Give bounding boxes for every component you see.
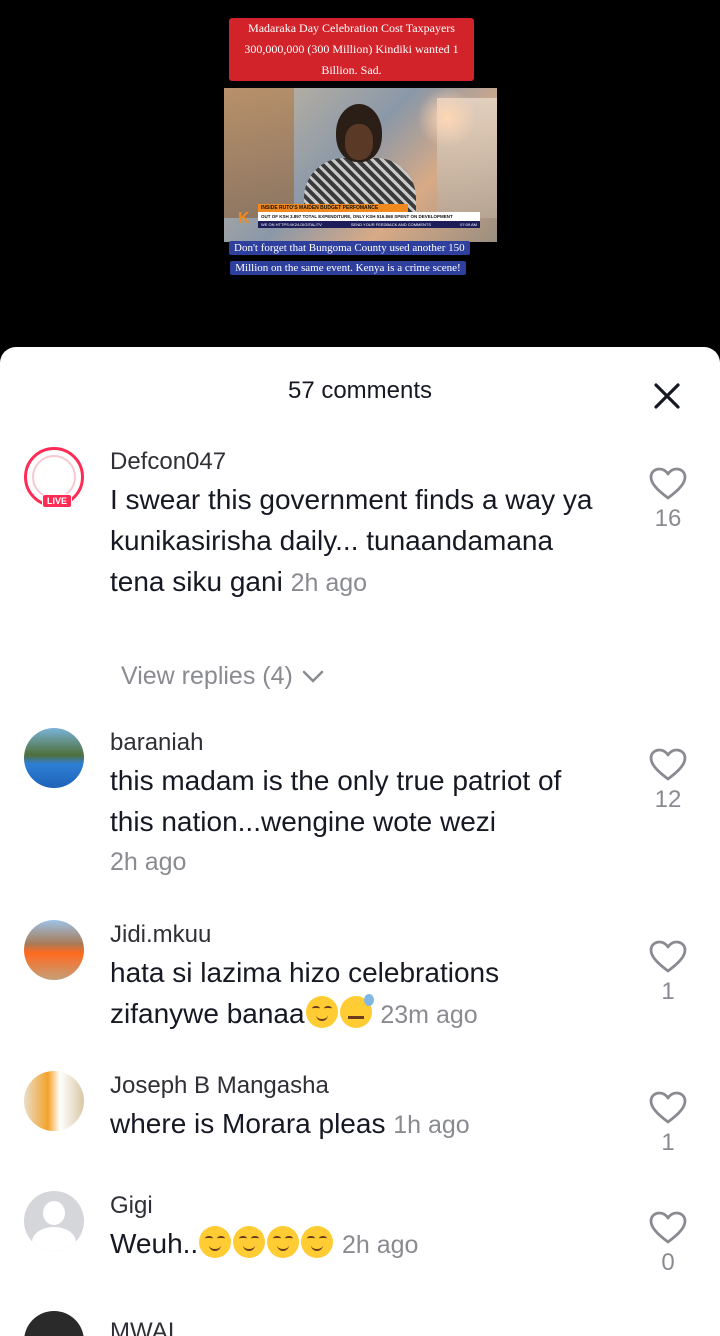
default-avatar-icon [43,1201,65,1225]
avatar[interactable] [24,1191,84,1251]
like-button[interactable]: 1 [646,1091,690,1157]
comment-username[interactable]: Jidi.mkuu [110,920,610,950]
comment-body[interactable]: Jidi.mkuu hata si lazima hizo celebratio… [110,920,610,1036]
relieved-face-emoji [267,1226,300,1258]
comment-body[interactable]: Defcon047 I swear this government finds … [110,447,610,604]
relieved-face-emoji [233,1226,266,1258]
like-button[interactable]: 1 [646,940,690,1006]
video-caption-top: Madaraka Day Celebration Cost Taxpayers … [229,18,474,81]
video-caption-bottom: Don't forget that Bungoma County used an… [229,238,470,278]
chevron-down-icon [302,671,324,684]
avatar[interactable] [24,1311,84,1336]
heart-icon [649,748,687,781]
avatar[interactable] [24,728,84,788]
comment-username[interactable]: MWAI [110,1317,610,1336]
comment-count-title: 57 comments [287,377,433,404]
relieved-face-emoji [199,1226,232,1258]
comment-username[interactable]: Gigi [110,1191,610,1221]
background-light [417,88,477,148]
heart-icon [649,1211,687,1244]
news-ticker: WE ON HTTPS://K24.DIGITAL/TV SEND YOUR F… [258,221,480,228]
ticker-time: 07:09 AM [460,222,477,227]
heart-icon [649,1091,687,1124]
avatar[interactable]: LIVE [24,447,84,508]
like-count: 12 [654,786,682,813]
comment-text-content: Weuh.. [110,1228,199,1259]
comment-time: 2h ago [341,1231,419,1259]
comment-text: Weuh.. 2h ago [110,1223,610,1266]
comment-body[interactable]: Gigi Weuh.. 2h ago [110,1191,610,1266]
news-headline: INSIDE RUTO'S MAIDEN BUDGET PERFOMANCE [258,204,408,212]
like-count: 1 [661,1129,675,1156]
like-button[interactable]: 12 [646,748,690,814]
comments-sheet: 57 comments LIVE Defcon047 I swear this … [0,347,720,1336]
default-avatar-shoulders [32,1227,76,1251]
video-frame: K INSIDE RUTO'S MAIDEN BUDGET PERFOMANCE… [224,88,497,242]
comment-username[interactable]: baraniah [110,728,610,758]
news-anchor-face [345,124,373,160]
heart-icon [649,467,687,500]
like-count: 0 [661,1249,675,1276]
comment-body[interactable]: Joseph B Mangasha where is Morara pleas … [110,1071,610,1146]
close-icon [654,383,680,409]
like-button[interactable]: 16 [646,467,690,533]
comment-time: 23m ago [380,1001,478,1029]
comments-header: 57 comments [0,347,720,427]
view-replies-button[interactable]: View replies (4) [121,662,324,691]
comment-body[interactable]: baraniah this madam is the only true pat… [110,728,610,882]
video-caption-bottom-text: Don't forget that Bungoma County used an… [229,241,470,275]
news-lower-third: INSIDE RUTO'S MAIDEN BUDGET PERFOMANCE O… [258,204,480,228]
downcast-sweat-face-emoji [339,994,374,1028]
comment-time: 2h ago [110,848,187,876]
comment-text: hata si lazima hizo celebrations zifanyw… [110,952,610,1036]
like-count: 16 [654,505,682,532]
like-count: 1 [661,978,675,1005]
live-badge: LIVE [42,494,73,508]
comment-text-content: this madam is the only true patriot of t… [110,765,562,837]
avatar[interactable] [24,920,84,980]
ticker-url: WE ON HTTPS://K24.DIGITAL/TV [261,222,322,227]
view-replies-label: View replies (4) [121,662,293,690]
comment-body[interactable]: MWAI [110,1317,610,1336]
comment-time: 1h ago [393,1111,470,1139]
avatar[interactable] [24,1071,84,1131]
comment-text: this madam is the only true patriot of t… [110,760,610,842]
steam-face-emoji [305,996,338,1028]
background-building [224,88,294,218]
video-player[interactable]: Madaraka Day Celebration Cost Taxpayers … [0,0,720,360]
comment-username[interactable]: Joseph B Mangasha [110,1071,610,1101]
comment-text: where is Morara pleas 1h ago [110,1103,610,1146]
news-subline: OUT OF KSH 3.897 TOTAL EXPENDITURE, ONLY… [258,212,480,221]
comment-time: 2h ago [290,569,368,597]
ticker-feedback: SEND YOUR FEEDBACK AND COMMENTS [350,222,432,227]
relieved-face-emoji [301,1226,334,1258]
avatar-image [32,455,76,499]
heart-icon [649,940,687,973]
close-button[interactable] [652,381,682,411]
comment-text-content: where is Morara pleas [110,1108,386,1139]
like-button[interactable]: 0 [646,1211,690,1277]
channel-logo: K [238,210,250,227]
comment-username[interactable]: Defcon047 [110,447,610,477]
comment-text: I swear this government finds a way ya k… [110,479,610,604]
